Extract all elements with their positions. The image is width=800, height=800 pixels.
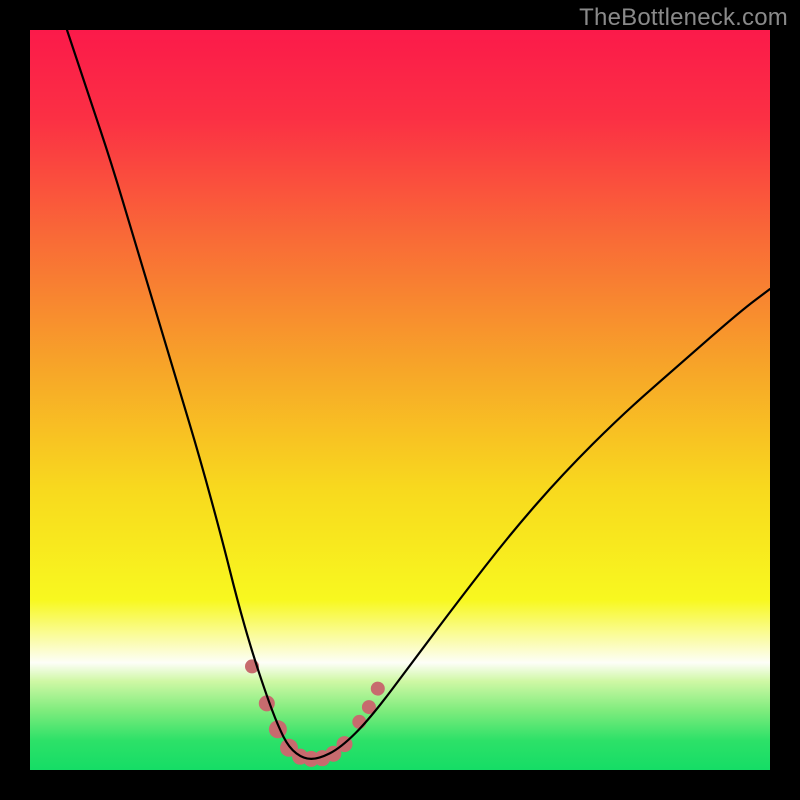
- marker-dot: [371, 682, 385, 696]
- bottleneck-curve: [67, 30, 770, 759]
- plot-area: [30, 30, 770, 770]
- marker-dot: [352, 715, 366, 729]
- watermark-text: TheBottleneck.com: [579, 4, 788, 32]
- highlight-markers: [245, 659, 385, 767]
- chart-frame: TheBottleneck.com: [0, 0, 800, 800]
- curve-layer: [30, 30, 770, 770]
